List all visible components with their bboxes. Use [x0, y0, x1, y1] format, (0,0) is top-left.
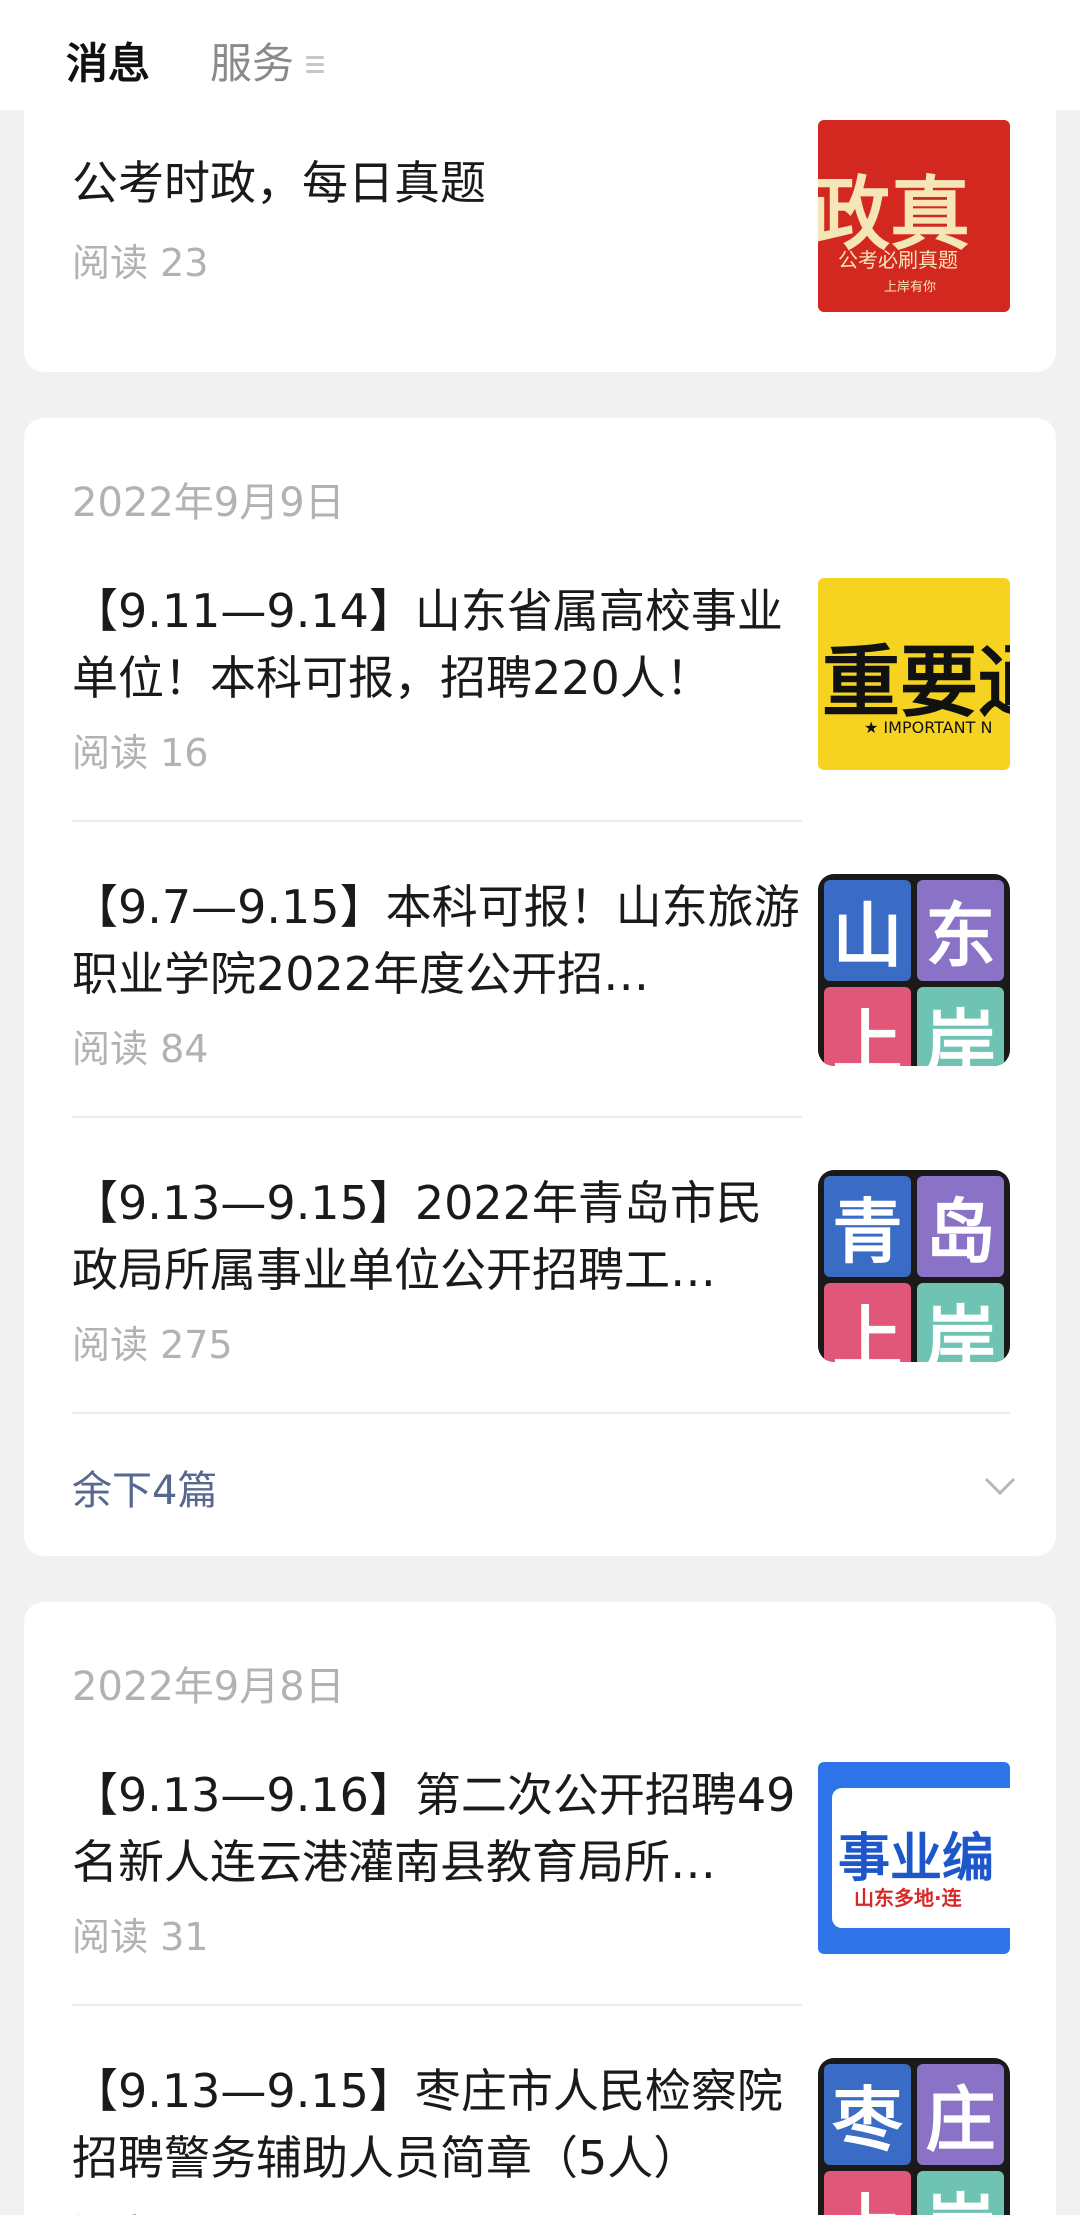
article-thumbnail[interactable]: 重要通 ★ IMPORTANT N	[818, 578, 1010, 770]
divider	[72, 1412, 1010, 1414]
tab-services[interactable]: 服务	[210, 34, 294, 94]
read-count: 阅读 275	[72, 1323, 233, 1367]
thumbnail-text: 事业编	[838, 1829, 995, 1889]
thumbnail-cell: 枣	[824, 2064, 911, 2165]
group-date: 2022年9月8日	[72, 1664, 345, 1710]
more-articles-link[interactable]: 余下4篇	[72, 1458, 217, 1516]
tab-messages[interactable]: 消息	[66, 34, 150, 94]
article-thumbnail[interactable]: 青 岛 上 岸	[818, 1170, 1010, 1362]
menu-icon[interactable]	[306, 56, 324, 74]
article-title[interactable]: 【9.13—9.15】2022年青岛市民政局所属事业单位公开招聘工…	[72, 1170, 802, 1304]
thumbnail-cell: 岸	[917, 1283, 1004, 1362]
thumbnail-cell: 上	[824, 2171, 911, 2215]
divider	[72, 820, 802, 822]
chevron-down-icon[interactable]	[982, 1468, 1018, 1504]
thumbnail-cell: 上	[824, 1283, 911, 1362]
read-count: 阅读 84	[72, 1027, 209, 1071]
thumbnail-subtext: 公考必刷真题	[838, 248, 958, 272]
article-title[interactable]: 公考时政，每日真题	[72, 150, 802, 217]
article-title[interactable]: 【9.11—9.14】山东省属高校事业单位！本科可报，招聘220人！	[72, 578, 802, 712]
thumbnail-subtext: ★ IMPORTANT N	[864, 718, 993, 737]
article-thumbnail[interactable]: 枣 庄 上 岸	[818, 2058, 1010, 2215]
article-thumbnail[interactable]: 事业编 山东多地·连	[818, 1762, 1010, 1954]
article-group-card: 2022年9月9日 【9.11—9.14】山东省属高校事业单位！本科可报，招聘2…	[24, 418, 1056, 1556]
group-date: 2022年9月9日	[72, 480, 345, 526]
thumbnail-cell: 岸	[917, 2171, 1004, 2215]
article-title[interactable]: 【9.7—9.15】本科可报！山东旅游职业学院2022年度公开招…	[72, 874, 802, 1008]
divider	[72, 1116, 802, 1118]
read-count: 阅读 23	[72, 241, 209, 285]
thumbnail-cell: 岛	[917, 1176, 1004, 1277]
thumbnail-tiny-text: 上岸有你	[884, 280, 937, 295]
thumbnail-subtext: 山东多地·连	[854, 1886, 962, 1910]
thumbnail-cell: 东	[917, 880, 1004, 981]
read-count: 阅读 16	[72, 731, 209, 775]
article-title[interactable]: 【9.13—9.16】第二次公开招聘49名新人连云港灌南县教育局所…	[72, 1762, 802, 1896]
thumbnail-text: 重要通	[822, 638, 1010, 728]
thumbnail-cell: 上	[824, 987, 911, 1066]
thumbnail-cell: 山	[824, 880, 911, 981]
article-card: 公考时政，每日真题 阅读 23 政真 公考必刷真题 上岸有你	[24, 90, 1056, 372]
article-thumbnail[interactable]: 政真 公考必刷真题 上岸有你	[818, 120, 1010, 312]
article-group-card: 2022年9月8日 【9.13—9.16】第二次公开招聘49名新人连云港灌南县教…	[24, 1602, 1056, 2215]
read-count: 阅读 4	[72, 2202, 184, 2215]
read-count: 阅读 31	[72, 1915, 209, 1959]
thumbnail-cell: 青	[824, 1176, 911, 1277]
thumbnail-cell: 庄	[917, 2064, 1004, 2165]
divider	[72, 2004, 802, 2006]
thumbnail-cell: 岸	[917, 987, 1004, 1066]
article-thumbnail[interactable]: 山 东 上 岸	[818, 874, 1010, 1066]
article-title[interactable]: 【9.13—9.15】枣庄市人民检察院招聘警务辅助人员简章（5人）	[72, 2058, 802, 2192]
